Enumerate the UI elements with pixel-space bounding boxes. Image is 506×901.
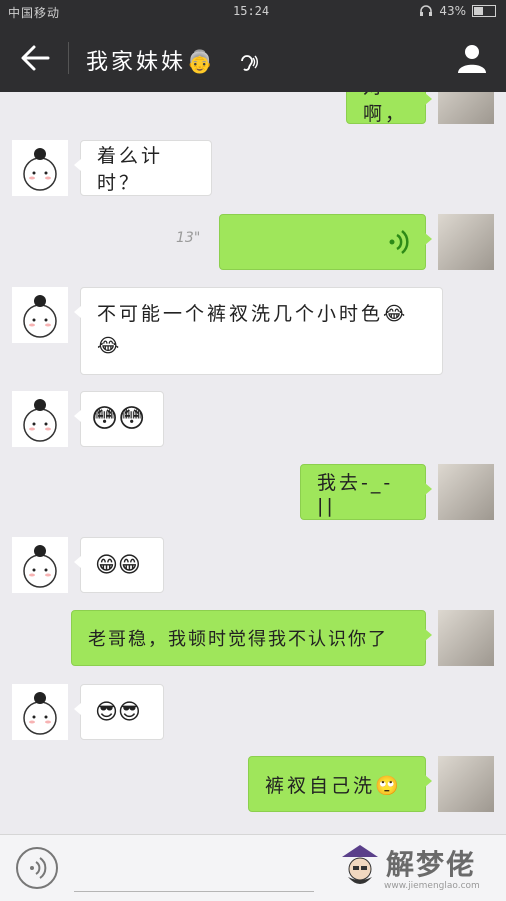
watermark-url: www.jiemenglao.com bbox=[384, 881, 480, 891]
battery-icon bbox=[472, 5, 496, 17]
message-text: 对啊， bbox=[363, 92, 408, 125]
battery-percent: 43% bbox=[439, 4, 466, 18]
my-avatar[interactable] bbox=[438, 756, 494, 812]
headset-icon bbox=[420, 5, 433, 16]
voice-wave-icon bbox=[389, 230, 409, 254]
message-bubble[interactable]: 着么计时？ bbox=[74, 140, 212, 196]
message-text: 😳😳 bbox=[91, 404, 146, 434]
message-bubble[interactable]: 😳😳 bbox=[74, 391, 164, 447]
status-bar: 中国移动 15:24 43% bbox=[0, 0, 506, 24]
back-arrow-icon[interactable] bbox=[18, 42, 52, 74]
chat-area[interactable]: 对啊， 着么计时？ 13" 不可能一个裤衩洗几个小时色😂😂 😳😳 我去-_-||… bbox=[0, 92, 506, 834]
contact-avatar[interactable] bbox=[12, 287, 68, 343]
clock: 15:24 bbox=[233, 4, 270, 18]
ear-icon bbox=[241, 55, 259, 71]
my-avatar[interactable] bbox=[438, 214, 494, 270]
watermark-text: 解梦佬 bbox=[386, 848, 477, 881]
message-text: 老哥稳，我顿时觉得我不认识你了 bbox=[88, 629, 388, 650]
message-input[interactable] bbox=[74, 847, 314, 892]
cartoon-avatar-icon bbox=[23, 399, 57, 442]
message-bubble[interactable]: 裤衩自己洗🙄 bbox=[248, 756, 432, 812]
status-right: 43% bbox=[419, 4, 496, 18]
message-text: 着么计时？ bbox=[97, 145, 164, 194]
carrier-label: 中国移动 bbox=[8, 6, 61, 20]
message-bubble[interactable]: 不可能一个裤衩洗几个小时色😂😂 bbox=[74, 287, 443, 375]
contact-name: 我家妹妹👵 bbox=[86, 50, 217, 75]
message-bubble[interactable]: 对啊， bbox=[346, 92, 432, 125]
message-text: 😎😎 bbox=[95, 699, 141, 725]
contact-avatar[interactable] bbox=[12, 391, 68, 447]
input-bar: 解梦佬 www.jiemenglao.com bbox=[0, 834, 506, 901]
header-divider bbox=[68, 42, 69, 74]
message-text: 😁😁 bbox=[95, 552, 141, 578]
cartoon-avatar-icon bbox=[23, 545, 57, 588]
watermark-logo-icon bbox=[342, 845, 378, 884]
battery-fill bbox=[474, 7, 483, 15]
voice-input-button[interactable] bbox=[16, 847, 58, 889]
cartoon-avatar-icon bbox=[23, 692, 57, 735]
my-avatar[interactable] bbox=[438, 464, 494, 520]
voice-message-bubble[interactable] bbox=[219, 214, 432, 270]
message-bubble[interactable]: 😎😎 bbox=[74, 684, 164, 740]
voice-duration: 13" bbox=[176, 230, 201, 246]
contact-avatar[interactable] bbox=[12, 684, 68, 740]
cartoon-avatar-icon bbox=[23, 295, 57, 338]
cartoon-avatar-icon bbox=[23, 148, 57, 191]
message-text: 裤衩自己洗🙄 bbox=[265, 774, 402, 797]
contact-avatar[interactable] bbox=[12, 140, 68, 196]
contact-title: 我家妹妹👵 bbox=[86, 44, 259, 76]
my-avatar[interactable] bbox=[438, 610, 494, 666]
voice-icon bbox=[30, 857, 47, 879]
person-icon[interactable] bbox=[456, 42, 488, 74]
message-bubble[interactable]: 老哥稳，我顿时觉得我不认识你了 bbox=[71, 610, 432, 666]
message-text: 我去-_-|| bbox=[317, 471, 394, 517]
my-avatar[interactable] bbox=[438, 92, 494, 124]
chat-header: 我家妹妹👵 bbox=[0, 24, 506, 92]
message-bubble[interactable]: 😁😁 bbox=[74, 537, 164, 593]
contact-avatar[interactable] bbox=[12, 537, 68, 593]
message-bubble[interactable]: 我去-_-|| bbox=[300, 464, 432, 520]
message-text: 不可能一个裤衩洗几个小时色😂😂 bbox=[97, 303, 409, 357]
